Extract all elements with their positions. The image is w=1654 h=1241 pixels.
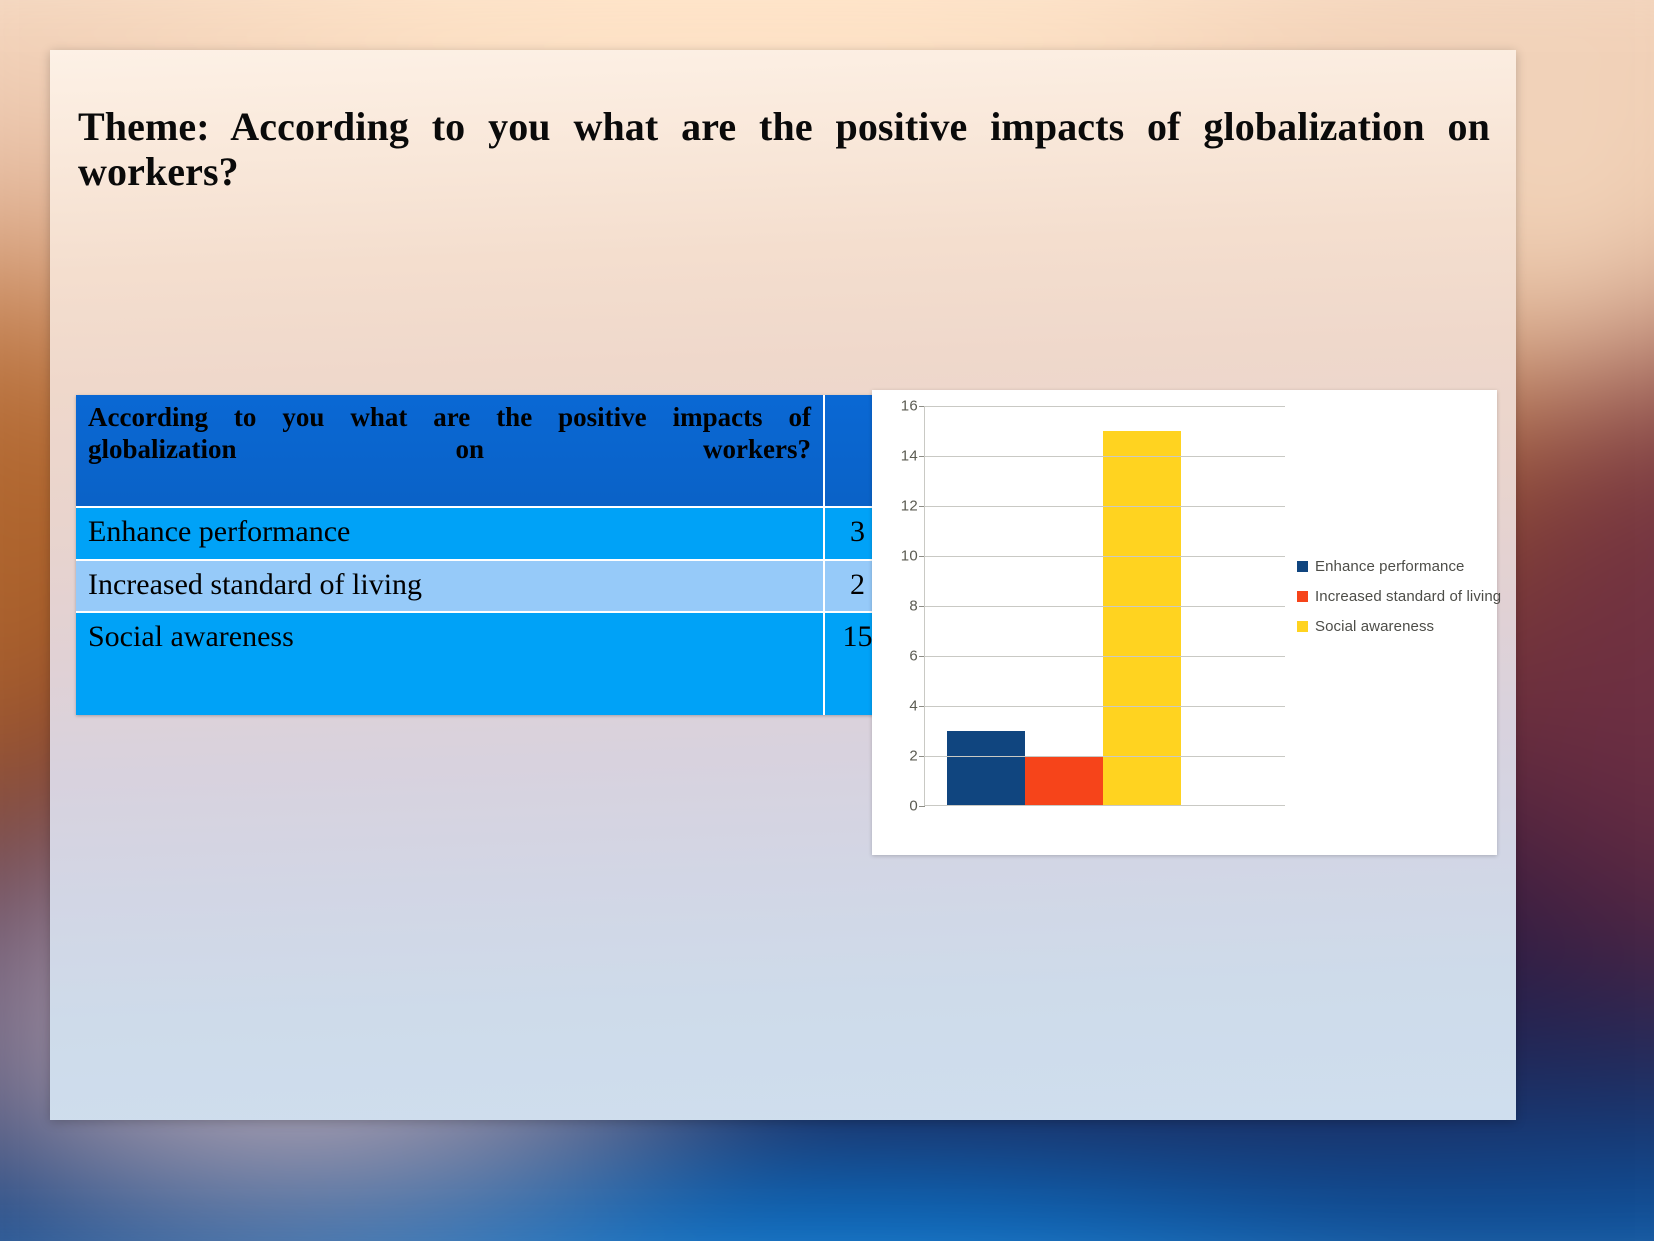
legend-label: Enhance performance	[1315, 558, 1465, 575]
chart-y-tick-label: 12	[900, 497, 918, 515]
chart-y-tick-label: 6	[909, 647, 918, 665]
chart-plot-wrapper: 0 2 4 6 8 10 12 14 16	[884, 398, 1285, 824]
chart-gridline	[925, 556, 1285, 557]
chart-bar	[947, 731, 1025, 806]
chart-y-tick-label: 14	[900, 447, 918, 465]
chart-y-tick-label: 10	[900, 547, 918, 565]
legend-item: Enhance performance	[1297, 558, 1493, 575]
chart-gridline	[925, 506, 1285, 507]
page-title: Theme: According to you what are the pos…	[78, 104, 1490, 194]
table-cell-label: Increased standard of living	[76, 560, 825, 614]
chart-gridline	[925, 805, 1285, 806]
slide-card: Theme: According to you what are the pos…	[50, 50, 1516, 1120]
table-header-question-cell: According to you what are the positive i…	[76, 395, 825, 509]
chart-gridline	[925, 656, 1285, 657]
table-row: Enhance performance 3	[76, 508, 890, 561]
chart-y-tick-label: 2	[909, 747, 918, 765]
table-header-row: According to you what are the positive i…	[76, 395, 890, 509]
legend-item: Increased standard of living	[1297, 588, 1501, 605]
chart-gridline	[925, 456, 1285, 457]
chart-y-tick-label: 16	[900, 397, 918, 415]
legend-item: Social awareness	[1297, 618, 1493, 635]
chart-gridline	[925, 756, 1285, 757]
table-cell-label: Social awareness	[76, 613, 825, 716]
table-row: Increased standard of living 2	[76, 560, 890, 614]
chart-y-tick-mark	[919, 806, 925, 807]
legend-label: Increased standard of living	[1315, 588, 1502, 605]
table-header-question-text: According to you what are the positive i…	[88, 402, 811, 465]
chart-legend: Enhance performance Increased standard o…	[1297, 558, 1501, 648]
table-cell-label: Enhance performance	[76, 508, 825, 561]
chart-bar	[1025, 756, 1103, 806]
chart-y-tick-label: 4	[909, 697, 918, 715]
chart-plot-area	[924, 406, 1285, 806]
legend-swatch-icon	[1297, 591, 1308, 602]
chart-y-tick-label: 0	[909, 797, 918, 815]
legend-swatch-icon	[1297, 621, 1308, 632]
chart-y-tick-label: 8	[909, 597, 918, 615]
legend-label: Social awareness	[1315, 618, 1435, 635]
bar-chart-panel: 0 2 4 6 8 10 12 14 16 Enhance performance Increa…	[872, 390, 1501, 855]
chart-gridline	[925, 406, 1285, 407]
chart-bar	[1103, 431, 1181, 806]
chart-y-axis-labels: 0 2 4 6 8 10 12 14 16	[884, 398, 918, 815]
results-table: According to you what are the positive i…	[76, 395, 890, 716]
table-row: Social awareness 15	[76, 613, 890, 716]
legend-swatch-icon	[1297, 561, 1308, 572]
chart-gridline	[925, 706, 1285, 707]
chart-gridline	[925, 606, 1285, 607]
